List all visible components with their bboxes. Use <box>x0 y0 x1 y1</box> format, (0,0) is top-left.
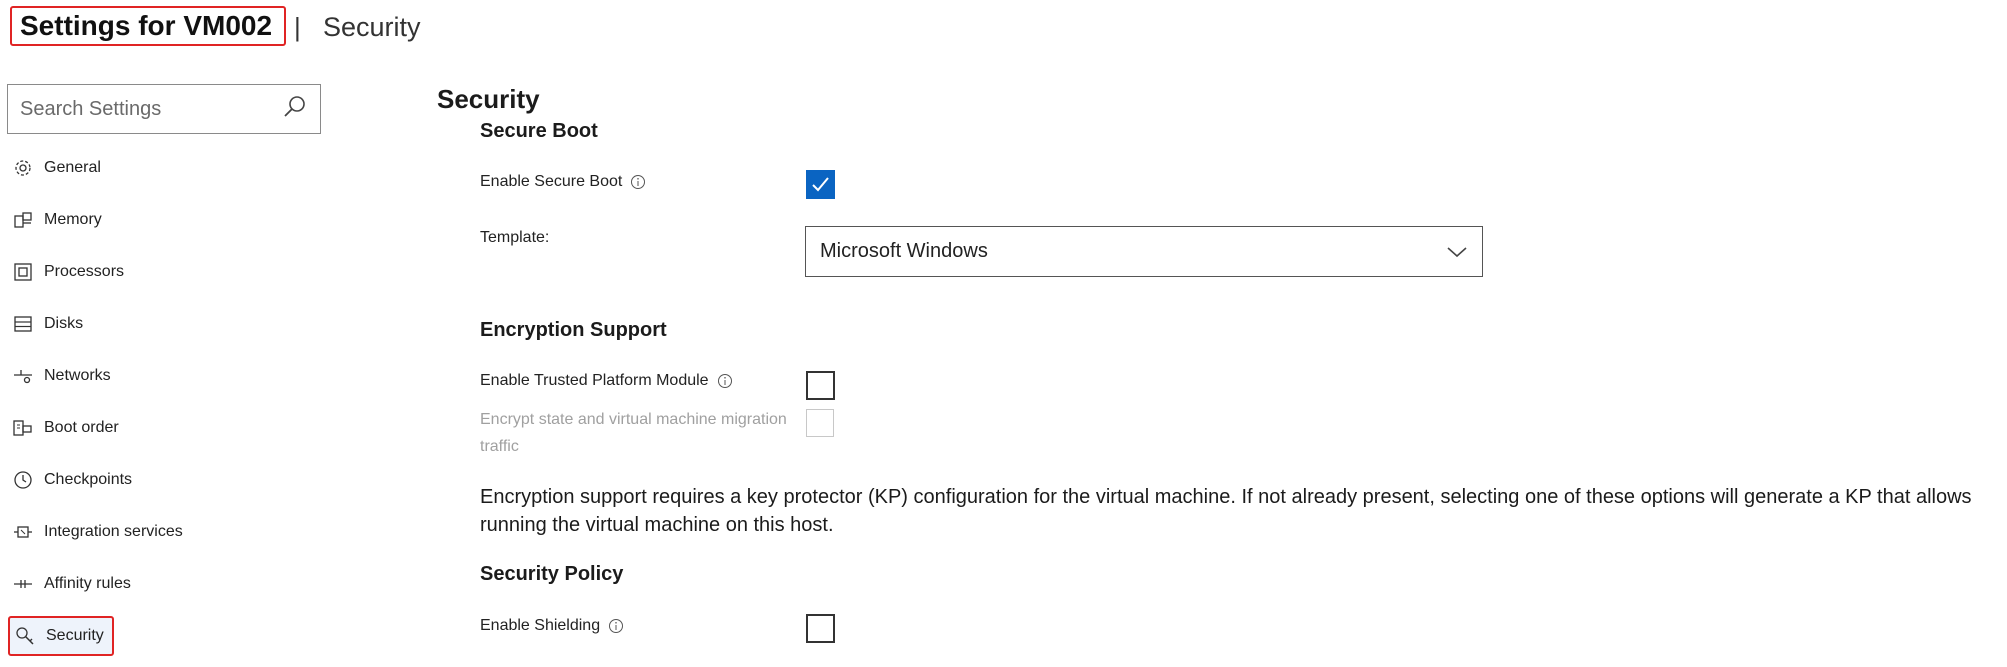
encrypt-traffic-checkbox[interactable] <box>806 409 834 437</box>
key-icon <box>14 625 36 647</box>
search-input[interactable] <box>20 97 282 121</box>
sidebar-item-disks[interactable]: Disks <box>8 304 91 344</box>
enable-shielding-text: Enable Shielding <box>480 617 601 634</box>
security-policy-heading: Security Policy <box>480 563 624 585</box>
encrypt-traffic-label: Encrypt state and virtual machine migrat… <box>480 411 787 455</box>
sidebar-item-label: Memory <box>44 211 102 228</box>
sidebar-item-integration-services[interactable]: Integration services <box>8 512 191 552</box>
clock-icon <box>12 469 34 491</box>
template-dropdown[interactable]: Microsoft Windows <box>805 226 1483 277</box>
sidebar-item-memory[interactable]: Memory <box>8 200 110 240</box>
processor-icon <box>12 261 34 283</box>
enable-secure-boot-label: Enable Secure Boot <box>480 173 646 191</box>
title-separator: | <box>294 12 301 42</box>
chevron-down-icon <box>1447 246 1467 257</box>
section-title: Security <box>437 84 540 114</box>
sidebar-item-label: Disks <box>44 315 84 332</box>
gear-icon <box>12 157 34 179</box>
disk-icon <box>12 313 34 335</box>
affinity-icon <box>12 573 34 595</box>
sidebar-item-label: General <box>44 159 101 176</box>
enable-tpm-text: Enable Trusted Platform Module <box>480 372 709 389</box>
search-icon[interactable] <box>282 94 308 125</box>
sidebar-item-label: Integration services <box>44 523 183 540</box>
enable-secure-boot-text: Enable Secure Boot <box>480 173 623 190</box>
secure-boot-heading: Secure Boot <box>480 120 598 142</box>
sidebar-item-label: Checkpoints <box>44 471 133 488</box>
title-box: Settings for VM002 <box>10 6 287 46</box>
boot-order-icon <box>12 417 34 439</box>
sidebar-item-affinity-rules[interactable]: Affinity rules <box>8 564 139 604</box>
sidebar-item-security[interactable]: Security <box>8 616 114 656</box>
enable-secure-boot-checkbox[interactable] <box>806 170 835 199</box>
search-box[interactable] <box>7 84 321 134</box>
sidebar-item-label: Networks <box>44 367 111 384</box>
template-value: Microsoft Windows <box>820 240 988 262</box>
encryption-support-heading: Encryption Support <box>480 319 667 341</box>
network-icon <box>12 365 34 387</box>
integration-icon <box>12 521 34 543</box>
sidebar-item-checkpoints[interactable]: Checkpoints <box>8 460 140 500</box>
page-title: Settings for VM002 <box>20 10 273 41</box>
encryption-note: Encryption support requires a key protec… <box>480 486 1972 536</box>
enable-tpm-checkbox[interactable] <box>806 371 835 400</box>
info-icon[interactable] <box>608 618 624 634</box>
info-icon[interactable] <box>630 174 646 190</box>
info-icon[interactable] <box>717 373 733 389</box>
checkmark-icon <box>812 177 829 192</box>
enable-tpm-label: Enable Trusted Platform Module <box>480 372 733 390</box>
sidebar-item-general[interactable]: General <box>8 148 109 188</box>
enable-shielding-label: Enable Shielding <box>480 617 624 635</box>
sidebar-item-label: Affinity rules <box>44 575 131 592</box>
sidebar-item-boot-order[interactable]: Boot order <box>8 408 127 448</box>
enable-shielding-checkbox[interactable] <box>806 614 835 643</box>
page-header: Settings for VM002 | Security <box>0 0 2007 60</box>
template-label: Template: <box>480 229 550 246</box>
sidebar-item-label: Boot order <box>44 419 119 436</box>
sidebar-item-networks[interactable]: Networks <box>8 356 119 396</box>
sidebar-item-label: Processors <box>44 263 125 280</box>
memory-icon <box>12 209 34 231</box>
sidebar-item-label: Security <box>46 627 104 644</box>
sidebar-item-processors[interactable]: Processors <box>8 252 132 292</box>
page-subtitle: Security <box>323 12 421 42</box>
